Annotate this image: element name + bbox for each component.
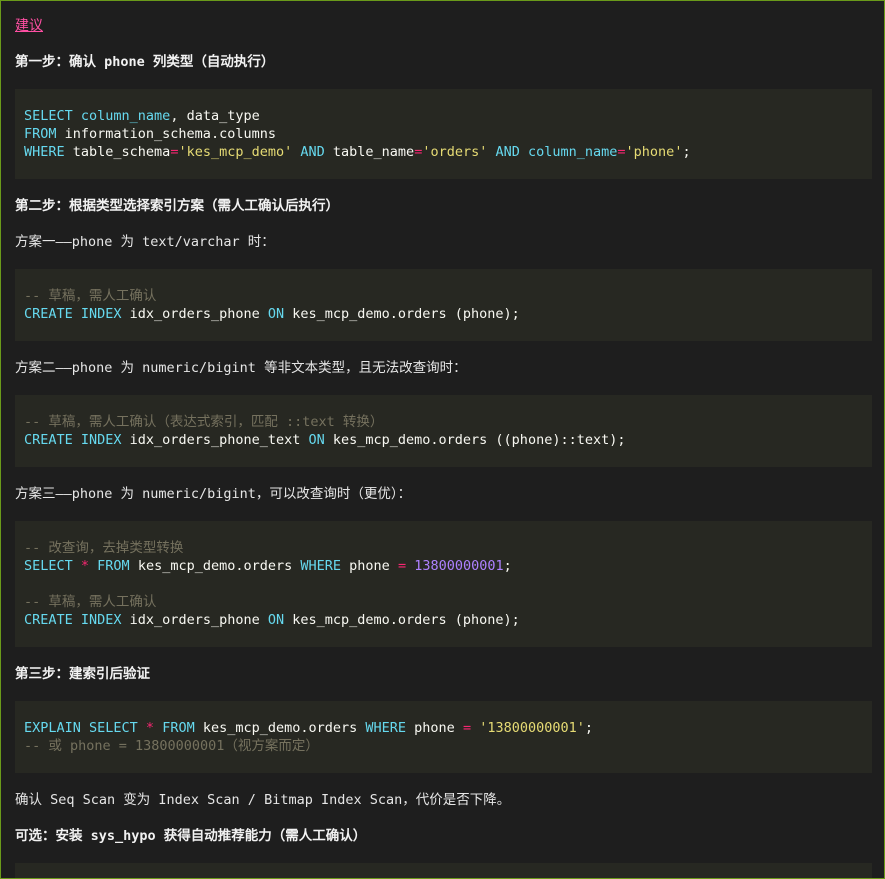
step3-note: 确认 Seq Scan 变为 Index Scan / Bitmap Index… [15, 792, 511, 808]
plan1-text: 方案一——phone 为 text/varchar 时： [15, 234, 275, 250]
code-token: ON [308, 432, 333, 448]
code-token: '13800000001' [479, 720, 585, 736]
code-line: CREATE INDEX idx_orders_phone ON kes_mcp… [24, 611, 863, 629]
optional-heading: 可选：安装 sys_hypo 获得自动推荐能力（需人工确认） [15, 828, 367, 844]
code-token: kes_mcp_demo.orders [202, 720, 366, 736]
step3-code-block: EXPLAIN SELECT * FROM kes_mcp_demo.order… [15, 701, 872, 773]
code-line: -- 改查询，去掉类型转换 [24, 539, 863, 557]
code-token: kes_mcp_demo.orders [137, 558, 301, 574]
code-token: SELECT [24, 558, 81, 574]
code-token: FROM [24, 126, 65, 142]
plan1-code-block: -- 草稿，需人工确认 CREATE INDEX idx_orders_phone… [15, 269, 872, 341]
code-token: -- 改查询，去掉类型转换 [24, 540, 184, 556]
code-token: -- 草稿，需人工确认 [24, 288, 157, 304]
code-line: -- 草稿，需人工确认（表达式索引，匹配 ::text 转换） [24, 413, 863, 431]
code-token: idx_orders_phone [129, 306, 268, 322]
suggestion-link[interactable]: 建议 [15, 17, 43, 39]
code-token: WHERE [24, 144, 73, 160]
code-token: phone [414, 720, 463, 736]
code-line: CREATE INDEX idx_orders_phone_text ON ke… [24, 431, 863, 449]
code-line: -- 草稿，需人工确认 [24, 593, 863, 611]
code-token: table_name [332, 144, 415, 160]
step1-heading: 第一步：确认 phone 列类型（自动执行） [15, 54, 275, 70]
code-token: CREATE INDEX [24, 432, 130, 448]
code-token: column_name [528, 144, 618, 160]
code-token: column_name [80, 108, 171, 124]
step3-heading: 第三步：建索引后验证 [15, 666, 150, 682]
code-token: CREATE INDEX [24, 612, 130, 628]
code-token: 'phone' [625, 144, 683, 160]
code-token: -- 草稿，需人工确认（表达式索引，匹配 ::text 转换） [24, 414, 384, 430]
code-token: idx_orders_phone [129, 612, 268, 628]
code-token: kes_mcp_demo.orders ((phone)::text); [332, 432, 626, 448]
code-token: -- 或 phone = 13800000001（视方案而定） [24, 738, 319, 754]
code-token: WHERE [300, 558, 350, 574]
plan3-text: 方案三——phone 为 numeric/bigint，可以改查询时（更优）： [15, 486, 412, 502]
code-line: SELECT column_name, data_type [24, 107, 863, 125]
code-token: CREATE INDEX [24, 306, 130, 322]
code-token: AND [487, 144, 528, 160]
code-token: FROM [162, 720, 203, 736]
code-token: EXPLAIN SELECT [24, 720, 146, 736]
code-line: WHERE table_schema = 'kes_mcp_demo' AND ta… [24, 143, 863, 161]
code-token: = [617, 144, 626, 160]
code-line: -- 草稿，需人工确认 [24, 287, 863, 305]
code-token: idx_orders_phone_text [129, 432, 309, 448]
plan2-text: 方案二——phone 为 numeric/bigint 等非文本类型，且无法改查… [15, 360, 467, 376]
code-token: SELECT [24, 108, 81, 124]
step2-heading: 第二步：根据类型选择索引方案（需人工确认后执行） [15, 198, 339, 214]
code-token: ; [682, 144, 691, 160]
code-token: 13800000001 [414, 558, 504, 574]
code-line: EXPLAIN SELECT * FROM kes_mcp_demo.order… [24, 719, 863, 737]
step1-code-block: SELECT column_name, data_type FROM inform… [15, 89, 872, 179]
message-panel: 建议 第一步：确认 phone 列类型（自动执行） SELECT column_… [0, 0, 885, 879]
code-token: -- 草稿，需人工确认 [24, 594, 157, 610]
code-token: FROM [97, 558, 138, 574]
code-token: WHERE [365, 720, 415, 736]
code-token: information_schema.columns [64, 126, 276, 142]
code-token: = [397, 558, 415, 574]
code-token: * [80, 558, 98, 574]
code-line: CREATE INDEX idx_orders_phone ON kes_mcp… [24, 305, 863, 323]
code-token: AND [292, 144, 333, 160]
code-token: 'kes_mcp_demo' [178, 144, 293, 160]
code-line: SELECT * FROM kes_mcp_demo.orders WHERE … [24, 557, 863, 575]
code-token: table_schema [72, 144, 171, 160]
code-token: kes_mcp_demo.orders (phone); [292, 306, 520, 322]
plan3-code-block: -- 改查询，去掉类型转换 SELECT * FROM kes_mcp_demo.… [15, 521, 872, 647]
code-token: ; [503, 558, 512, 574]
code-line: -- 或 phone = 13800000001（视方案而定） [24, 737, 863, 755]
code-token: 'orders' [422, 144, 488, 160]
optional-code-block [15, 863, 872, 878]
code-token: ON [267, 306, 293, 322]
code-line: FROM information_schema.columns [24, 125, 863, 143]
code-token: * [145, 720, 163, 736]
code-token: kes_mcp_demo.orders (phone); [292, 612, 520, 628]
code-token: , data_type [170, 108, 260, 124]
code-token: phone [349, 558, 398, 574]
code-token: ; [584, 720, 594, 736]
code-token: = [462, 720, 480, 736]
code-token: ON [267, 612, 293, 628]
plan2-code-block: -- 草稿，需人工确认（表达式索引，匹配 ::text 转换） CREATE IN… [15, 395, 872, 467]
